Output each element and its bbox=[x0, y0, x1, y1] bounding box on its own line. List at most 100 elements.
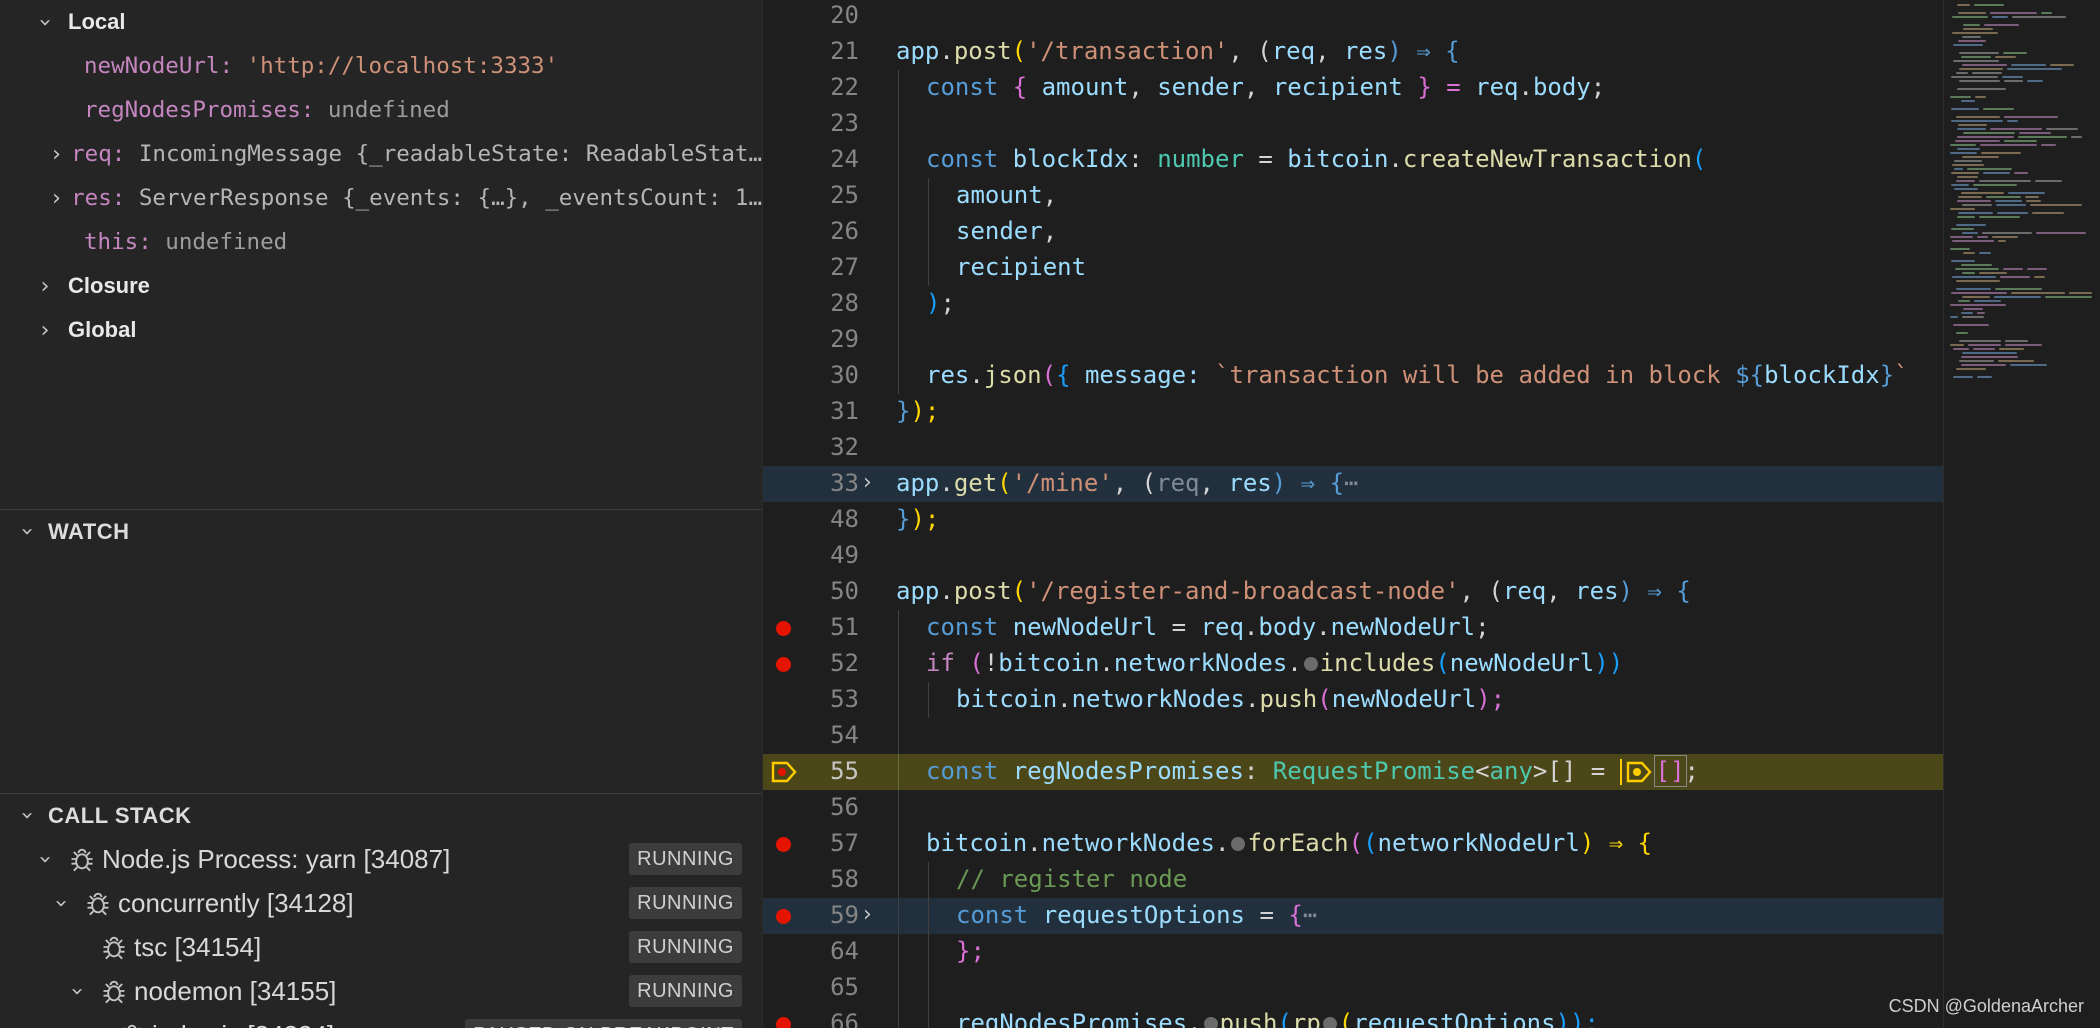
code-line[interactable]: 64 }; bbox=[763, 934, 1943, 970]
inline-breakpoint-icon[interactable] bbox=[1322, 1017, 1337, 1028]
call-stack-item[interactable]: index.js [34234] PAUSED ON BREAKPOINT bbox=[0, 1013, 762, 1028]
code-line[interactable]: 52 if (!bitcoin.networkNodes. includes(ne… bbox=[763, 646, 1943, 682]
minimap-stroke bbox=[1959, 52, 1999, 54]
minimap-stroke bbox=[2011, 292, 2065, 294]
code-line[interactable]: 50 app.post('/register-and-broadcast-nod… bbox=[763, 574, 1943, 610]
minimap-stroke bbox=[1962, 316, 1984, 318]
paused-breakpoint-icon[interactable] bbox=[771, 760, 797, 784]
minimap-stroke bbox=[1953, 44, 1983, 46]
variable-row[interactable]: regNodesPromises: undefined bbox=[0, 88, 762, 132]
call-stack-label: index.js [34234] bbox=[152, 1020, 334, 1028]
code-line-folded[interactable]: 59 › const requestOptions = {⋯ bbox=[763, 898, 1943, 934]
code-line[interactable]: 29 bbox=[763, 322, 1943, 358]
minimap-stroke bbox=[2003, 268, 2023, 270]
minimap-stroke bbox=[1995, 288, 2042, 290]
breakpoint-icon[interactable] bbox=[776, 1017, 791, 1028]
minimap-stroke bbox=[1979, 216, 2020, 218]
chevron-right-icon[interactable]: › bbox=[863, 470, 872, 495]
status-badge: RUNNING bbox=[629, 931, 742, 963]
chevron-right-icon[interactable]: › bbox=[863, 902, 872, 927]
code-line[interactable]: 27 recipient bbox=[763, 250, 1943, 286]
minimap-stroke bbox=[1967, 168, 2012, 170]
line-number: 32 bbox=[830, 433, 859, 461]
variable-row[interactable]: › req: IncomingMessage {_readableState: R… bbox=[0, 132, 762, 176]
line-number: 25 bbox=[830, 181, 859, 209]
variable-name: newNodeUrl bbox=[84, 53, 220, 79]
minimap-stroke bbox=[1979, 252, 1991, 254]
minimap[interactable] bbox=[1943, 0, 2100, 1028]
code-line[interactable]: 28 ); bbox=[763, 286, 1943, 322]
code-line[interactable]: 32 bbox=[763, 430, 1943, 466]
chevron-right-icon[interactable]: › bbox=[50, 142, 63, 167]
code-line[interactable]: 66 regNodesPromises. push(rp (requestOptio… bbox=[763, 1006, 1943, 1028]
minimap-stroke bbox=[1998, 360, 2034, 362]
code-line[interactable]: 49 bbox=[763, 538, 1943, 574]
code-line[interactable]: 24 const blockIdx: number = bitcoin.crea… bbox=[763, 142, 1943, 178]
chevron-right-icon[interactable]: › bbox=[50, 186, 63, 211]
line-number: 23 bbox=[830, 109, 859, 137]
variable-row[interactable]: › res: ServerResponse {_events: {…}, _eve… bbox=[0, 176, 762, 220]
breakpoint-icon[interactable] bbox=[776, 837, 791, 852]
line-number: 56 bbox=[830, 793, 859, 821]
code-line[interactable]: 23 bbox=[763, 106, 1943, 142]
breakpoint-icon[interactable] bbox=[776, 621, 791, 636]
minimap-stroke bbox=[1958, 40, 1986, 42]
minimap-stroke bbox=[1957, 88, 2006, 90]
watermark: CSDN @GoldenaArcher bbox=[1888, 996, 2084, 1016]
call-stack-item[interactable]: › Node.js Process: yarn [34087] RUNNING bbox=[0, 837, 762, 881]
scope-global[interactable]: › Global bbox=[0, 308, 762, 352]
code-line[interactable]: 48 }); bbox=[763, 502, 1943, 538]
minimap-stroke bbox=[1977, 312, 1985, 314]
inline-breakpoint-icon[interactable] bbox=[1231, 837, 1246, 851]
variable-row[interactable]: newNodeUrl: 'http://localhost:3333' bbox=[0, 44, 762, 88]
variable-value: 'http://localhost:3333' bbox=[246, 53, 559, 79]
code-line[interactable]: 25 amount, bbox=[763, 178, 1943, 214]
code-line[interactable]: 31 }); bbox=[763, 394, 1943, 430]
scope-local[interactable]: › Local bbox=[0, 0, 762, 44]
variable-row[interactable]: this: undefined bbox=[0, 220, 762, 264]
code-line[interactable]: 22 const { amount, sender, recipient } =… bbox=[763, 70, 1943, 106]
code-line[interactable]: 57 bitcoin.networkNodes. forEach((network… bbox=[763, 826, 1943, 862]
call-stack-item[interactable]: › concurrently [34128] RUNNING bbox=[0, 881, 762, 925]
code-line[interactable]: 58 // register node bbox=[763, 862, 1943, 898]
watch-panel-header[interactable]: › WATCH bbox=[0, 509, 762, 553]
call-stack-item[interactable]: tsc [34154] RUNNING bbox=[0, 925, 762, 969]
code-line[interactable]: 54 bbox=[763, 718, 1943, 754]
chevron-down-icon: › bbox=[14, 811, 40, 820]
minimap-stroke bbox=[2035, 180, 2062, 182]
status-badge: RUNNING bbox=[629, 887, 742, 919]
code-editor[interactable]: 20 21 app.post('/transaction', (req, res… bbox=[763, 0, 1943, 1028]
current-execution-line[interactable]: 55 const regNodesPromises: RequestPromis… bbox=[763, 754, 1943, 790]
code-text: bitcoin.networkNodes.push(newNodeUrl); bbox=[956, 685, 1506, 713]
minimap-stroke bbox=[2019, 132, 2051, 134]
minimap-stroke bbox=[1962, 232, 1978, 234]
breakpoint-icon[interactable] bbox=[776, 909, 791, 924]
inline-breakpoint-icon[interactable] bbox=[1203, 1017, 1218, 1028]
code-line[interactable]: 21 app.post('/transaction', (req, res) ⇒… bbox=[763, 34, 1943, 70]
breakpoint-icon[interactable] bbox=[776, 657, 791, 672]
call-stack-item[interactable]: › nodemon [34155] RUNNING bbox=[0, 969, 762, 1013]
code-line[interactable]: 30 res.json({ message: `transaction will… bbox=[763, 358, 1943, 394]
code-text: }; bbox=[956, 937, 985, 965]
code-line[interactable]: 65 bbox=[763, 970, 1943, 1006]
call-stack-header[interactable]: › CALL STACK bbox=[0, 793, 762, 837]
minimap-stroke bbox=[1961, 192, 2004, 194]
minimap-stroke bbox=[1959, 80, 2000, 82]
inline-breakpoint-icon[interactable] bbox=[1303, 657, 1318, 671]
code-line[interactable]: 26 sender, bbox=[763, 214, 1943, 250]
code-line[interactable]: 56 bbox=[763, 790, 1943, 826]
minimap-stroke bbox=[2004, 140, 2037, 142]
code-line-folded[interactable]: 33 › app.get('/mine', (req, res) ⇒ {⋯ bbox=[763, 466, 1943, 502]
minimap-stroke bbox=[1986, 196, 2021, 198]
minimap-stroke bbox=[1962, 204, 1992, 206]
code-line[interactable]: 51 const newNodeUrl = req.body.newNodeUr… bbox=[763, 610, 1943, 646]
minimap-stroke bbox=[2026, 200, 2041, 202]
minimap-stroke bbox=[1951, 108, 1979, 110]
bug-icon bbox=[71, 848, 93, 872]
variable-value: ServerResponse {_events: {…}, _eventsCou… bbox=[138, 185, 762, 211]
variable-value: undefined bbox=[327, 97, 450, 123]
code-line[interactable]: 20 bbox=[763, 0, 1943, 34]
minimap-stroke bbox=[1984, 24, 2019, 26]
code-line[interactable]: 53 bitcoin.networkNodes.push(newNodeUrl)… bbox=[763, 682, 1943, 718]
scope-closure[interactable]: › Closure bbox=[0, 264, 762, 308]
